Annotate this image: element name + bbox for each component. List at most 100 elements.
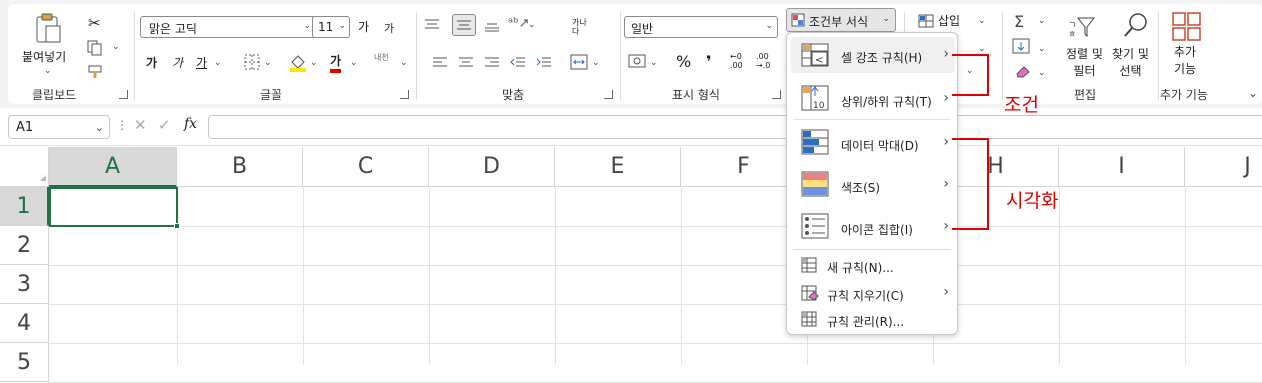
sort-filter-button[interactable]: 정렬 및 필터 (1066, 46, 1103, 80)
cancel-icon[interactable]: ✕ (134, 116, 147, 134)
number-launcher-icon[interactable] (772, 90, 781, 99)
orientation-icon[interactable]: ᵃᵇ↗ (508, 16, 530, 31)
column-header-j[interactable]: J (1185, 147, 1262, 187)
fill-color-icon[interactable] (288, 52, 308, 75)
column-header-e[interactable]: E (555, 147, 681, 187)
copy-icon[interactable] (87, 40, 103, 59)
grid-line (681, 187, 682, 365)
column-header-c[interactable]: C (303, 147, 429, 187)
number-format-select[interactable]: 일반 ⌄ (624, 16, 778, 38)
menu-item-top-bottom-rules[interactable]: 10 상위/하위 규칙(T) › (791, 79, 955, 115)
paste-dropdown-icon[interactable]: ⌄ (44, 66, 52, 76)
menu-item-icon-sets[interactable]: 아이콘 집합(I) › (791, 207, 955, 245)
select-all-corner[interactable] (0, 147, 49, 187)
row-header-1[interactable]: 1 (0, 187, 49, 226)
align-center-icon[interactable] (458, 56, 474, 73)
clear-icon[interactable] (1014, 64, 1032, 81)
orientation-dropdown-icon[interactable]: ⌄ (528, 20, 536, 30)
more-options-icon[interactable]: ⋮ (116, 118, 128, 132)
name-box[interactable]: A1 ⌄ (8, 115, 110, 139)
paste-button[interactable]: 붙여넣기 (22, 48, 66, 65)
menu-item-clear-rules[interactable]: 규칙 지우기(C) › (791, 279, 955, 307)
alignment-launcher-icon[interactable] (604, 90, 613, 99)
menu-item-manage-rules[interactable]: 규칙 관리(R)... (791, 307, 955, 333)
underline-dropdown-icon[interactable]: ⌄ (214, 58, 222, 68)
merge-center-icon[interactable] (570, 54, 588, 73)
align-bottom-icon[interactable] (484, 18, 500, 35)
fill-color-dropdown-icon[interactable]: ⌄ (310, 58, 318, 68)
clear-dropdown-icon[interactable]: ⌄ (1038, 68, 1046, 78)
row-header-5[interactable]: 5 (0, 343, 49, 382)
insert-cells-button[interactable]: 삽입 (938, 12, 960, 29)
enter-icon[interactable]: ✓ (158, 116, 171, 134)
fill-dropdown-icon[interactable]: ⌄ (1038, 44, 1046, 54)
percent-style-button[interactable]: % (676, 52, 691, 71)
grid-line (49, 304, 1262, 305)
find-select-button[interactable]: 찾기 및 선택 (1112, 46, 1149, 80)
font-launcher-icon[interactable] (400, 90, 409, 99)
bold-button[interactable]: 가 (146, 54, 157, 71)
phonetic-button[interactable]: 내천 (374, 52, 389, 63)
menu-item-data-bars[interactable]: 데이터 막대(D) › (791, 123, 955, 161)
borders-icon[interactable] (244, 54, 260, 73)
font-color-dropdown-icon[interactable]: ⌄ (350, 58, 358, 68)
addins-button[interactable]: 추가 기능 (1174, 44, 1196, 78)
decrease-indent-icon[interactable] (510, 56, 526, 73)
align-right-icon[interactable] (484, 56, 500, 73)
sort-filter-icon[interactable]: ㄱㅎ (1068, 14, 1096, 41)
copy-dropdown-icon[interactable]: ⌄ (112, 42, 120, 52)
insert-dropdown-icon[interactable]: ⌄ (978, 16, 986, 26)
clipboard-launcher-icon[interactable] (119, 90, 128, 99)
accounting-format-icon[interactable] (628, 54, 646, 71)
menu-item-highlight-cells-rules[interactable]: < 셀 강조 규칙(H) › (791, 37, 955, 73)
row-header-3[interactable]: 3 (0, 265, 49, 304)
phonetic-dropdown-icon[interactable]: ⌄ (400, 58, 408, 68)
ribbon-collapse-icon[interactable]: ⌄ (1248, 86, 1258, 100)
column-header-a[interactable]: A (49, 147, 177, 187)
svg-text:10: 10 (813, 101, 825, 111)
autosum-dropdown-icon[interactable]: ⌄ (1038, 16, 1046, 26)
increase-decimal-button[interactable]: ←0 .00 (730, 52, 743, 70)
accounting-dropdown-icon[interactable]: ⌄ (650, 58, 658, 68)
grow-font-button[interactable]: 가 (358, 18, 369, 35)
active-cell-a1[interactable] (49, 187, 178, 227)
menu-item-label: 새 규칙(N)... (827, 261, 894, 275)
column-header-d[interactable]: D (429, 147, 555, 187)
insert-cells-icon[interactable] (918, 12, 934, 31)
column-header-i[interactable]: I (1059, 147, 1185, 187)
font-size-select[interactable]: 11 ⌄ (312, 16, 350, 38)
insert-function-button[interactable]: fx (184, 116, 197, 132)
addins-icon[interactable] (1172, 12, 1202, 45)
cut-icon[interactable]: ✂ (88, 14, 101, 32)
delete-dropdown-icon[interactable]: ⌄ (978, 44, 986, 54)
align-left-icon[interactable] (432, 56, 448, 73)
format-dropdown-icon[interactable]: ⌄ (966, 66, 974, 76)
underline-button[interactable]: 가 (196, 54, 207, 71)
merge-dropdown-icon[interactable]: ⌄ (592, 58, 600, 68)
align-middle-icon[interactable] (452, 14, 476, 36)
decrease-decimal-button[interactable]: .00 →.0 (756, 52, 770, 70)
conditional-formatting-button[interactable]: 조건부 서식 ⌄ (786, 8, 896, 32)
menu-item-color-scales[interactable]: 색조(S) › (791, 165, 955, 203)
font-color-button[interactable]: 가 (330, 52, 342, 73)
fill-handle[interactable] (174, 223, 180, 229)
wrap-text-button[interactable]: 가나 다 (572, 18, 587, 36)
row-header-2[interactable]: 2 (0, 226, 49, 265)
comma-style-button[interactable]: ❜ (706, 52, 712, 71)
find-select-icon[interactable] (1122, 12, 1150, 43)
fill-icon[interactable] (1012, 38, 1030, 57)
borders-dropdown-icon[interactable]: ⌄ (264, 58, 272, 68)
row-header-4[interactable]: 4 (0, 304, 49, 343)
column-header-b[interactable]: B (177, 147, 303, 187)
paste-icon[interactable] (34, 12, 62, 44)
align-top-icon[interactable] (424, 18, 440, 35)
format-painter-icon[interactable] (87, 64, 105, 83)
italic-button[interactable]: 가 (172, 54, 183, 71)
autosum-icon[interactable]: Σ (1014, 12, 1024, 31)
formula-input[interactable] (208, 115, 1262, 139)
font-name-select[interactable]: 맑은 고딕 ⌄ (140, 16, 316, 38)
shrink-font-button[interactable]: 가 (384, 20, 394, 36)
annotation-condition: 조건 (1004, 94, 1039, 116)
menu-item-new-rule[interactable]: 새 규칙(N)... (791, 253, 955, 279)
increase-indent-icon[interactable] (536, 56, 552, 73)
